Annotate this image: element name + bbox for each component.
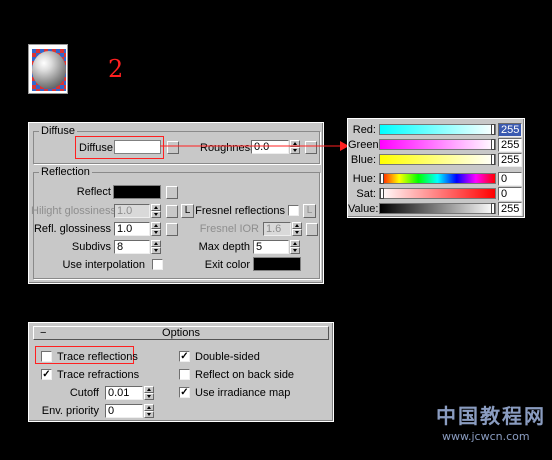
blue-input[interactable] bbox=[498, 153, 522, 167]
hilight-glossiness-map-button[interactable] bbox=[166, 205, 178, 218]
sat-label: Sat: bbox=[356, 188, 376, 200]
max-depth-label: Max depth bbox=[198, 241, 250, 253]
refl-glossiness-label: Refl. glossiness bbox=[33, 223, 111, 235]
hilight-glossiness-spinner[interactable] bbox=[151, 204, 161, 218]
hue-slider[interactable] bbox=[379, 173, 496, 184]
double-sided-label: Double-sided bbox=[195, 351, 260, 363]
green-label: Green: bbox=[348, 139, 382, 151]
diffuse-color-swatch[interactable] bbox=[114, 140, 161, 154]
options-rollout-header[interactable]: − Options bbox=[33, 326, 329, 340]
trace-refractions-checkbox[interactable]: ✓ bbox=[41, 369, 52, 380]
value-label: Value: bbox=[348, 203, 379, 215]
red-slider[interactable] bbox=[379, 124, 496, 135]
use-interpolation-checkbox[interactable] bbox=[152, 259, 163, 270]
reflect-label: Reflect bbox=[76, 186, 111, 198]
env-priority-input[interactable] bbox=[105, 404, 143, 418]
use-irradiance-map-label: Use irradiance map bbox=[195, 387, 291, 399]
sat-slider[interactable] bbox=[379, 188, 496, 199]
reflect-back-side-checkbox[interactable] bbox=[179, 369, 190, 380]
reflection-group-title: Reflection bbox=[39, 165, 92, 179]
hilight-glossiness-label: Hilight glossiness bbox=[31, 205, 116, 217]
blue-label: Blue: bbox=[350, 154, 376, 166]
reflect-color-swatch[interactable] bbox=[113, 185, 161, 199]
red-label: Red: bbox=[352, 124, 376, 136]
step-number: 2 bbox=[108, 55, 124, 83]
red-input[interactable] bbox=[498, 123, 522, 137]
trace-refractions-label: Trace refractions bbox=[57, 369, 140, 381]
diffuse-label: Diffuse bbox=[79, 142, 114, 154]
cutoff-label: Cutoff bbox=[69, 387, 99, 399]
subdivs-input[interactable] bbox=[114, 240, 150, 254]
cutoff-input[interactable] bbox=[105, 386, 143, 400]
refl-glossiness-map-button[interactable] bbox=[166, 223, 178, 236]
fresnel-ior-spinner[interactable] bbox=[292, 222, 302, 236]
color-picker-panel: Red: Green: Blue: Hue: Sat: Value: bbox=[347, 118, 525, 218]
annotation-arrow bbox=[160, 141, 349, 151]
value-slider[interactable] bbox=[379, 203, 496, 214]
max-depth-input[interactable] bbox=[253, 240, 289, 254]
subdivs-spinner[interactable] bbox=[151, 240, 161, 254]
watermark-url: www.jcwcn.com bbox=[442, 430, 530, 443]
fresnel-ior-map-button[interactable] bbox=[306, 223, 318, 236]
material-preview[interactable] bbox=[28, 44, 68, 94]
exit-color-swatch[interactable] bbox=[253, 257, 301, 271]
diffuse-group-title: Diffuse bbox=[39, 124, 78, 138]
exit-color-label: Exit color bbox=[204, 259, 250, 271]
refl-glossiness-input[interactable] bbox=[114, 222, 150, 236]
fresnel-reflections-label: Fresnel reflections bbox=[195, 205, 285, 217]
reflect-back-side-label: Reflect on back side bbox=[195, 369, 295, 381]
env-priority-label: Env. priority bbox=[41, 405, 99, 417]
refl-glossiness-spinner[interactable] bbox=[151, 222, 161, 236]
blue-slider[interactable] bbox=[379, 154, 496, 165]
max-depth-spinner[interactable] bbox=[290, 240, 300, 254]
fresnel-reflections-checkbox[interactable] bbox=[288, 205, 299, 216]
watermark-title: 中国教程网 bbox=[436, 404, 546, 428]
use-interpolation-label: Use interpolation bbox=[62, 259, 145, 271]
reflect-map-button[interactable] bbox=[166, 186, 178, 199]
value-input[interactable] bbox=[498, 202, 522, 216]
trace-reflections-label: Trace reflections bbox=[57, 351, 138, 363]
green-input[interactable] bbox=[498, 138, 522, 152]
double-sided-checkbox[interactable]: ✓ bbox=[179, 351, 190, 362]
fresnel-lock-button[interactable]: L bbox=[303, 204, 316, 218]
green-slider[interactable] bbox=[379, 139, 496, 150]
options-rollout: − Options Trace reflections ✓ Trace refr… bbox=[28, 322, 334, 422]
options-title: Options bbox=[162, 327, 200, 339]
trace-reflections-checkbox[interactable] bbox=[41, 351, 52, 362]
hilight-glossiness-input[interactable] bbox=[114, 204, 150, 218]
hue-label: Hue: bbox=[352, 173, 376, 185]
sat-input[interactable] bbox=[498, 187, 522, 201]
cutoff-spinner[interactable] bbox=[144, 386, 154, 400]
fresnel-ior-label: Fresnel IOR bbox=[199, 223, 259, 235]
fresnel-ior-input[interactable] bbox=[263, 222, 291, 236]
use-irradiance-map-checkbox[interactable]: ✓ bbox=[179, 387, 190, 398]
hue-input[interactable] bbox=[498, 172, 522, 186]
env-priority-spinner[interactable] bbox=[144, 404, 154, 418]
subdivs-label: Subdivs bbox=[71, 241, 111, 253]
